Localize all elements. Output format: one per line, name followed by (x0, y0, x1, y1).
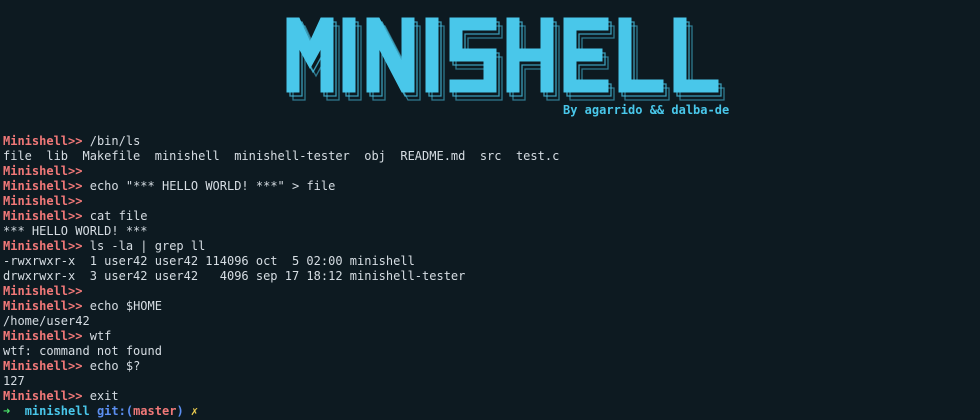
prompt-line: Minishell>> (3, 164, 973, 179)
terminal-output: Minishell>> /bin/ls file lib Makefile min… (3, 134, 973, 404)
shell-prompt: Minishell>> (3, 329, 83, 343)
minishell-ascii-banner (0, 0, 980, 130)
command-text: echo $HOME (89, 299, 162, 313)
terminal-window[interactable]: By agarrido && dalba-de Minishell>> /bin… (0, 0, 980, 420)
shell-prompt: Minishell>> (3, 299, 83, 313)
command-text: echo $? (89, 359, 141, 373)
output-line: /home/user42 (3, 314, 90, 328)
shell-prompt: Minishell>> (3, 164, 83, 178)
output-line: *** HELLO WORLD! *** (3, 224, 148, 238)
command-text: cat file (89, 209, 148, 223)
zsh-prompt-line[interactable]: ➜ minishell git:(master) ✗ (3, 404, 198, 419)
shell-prompt: Minishell>> (3, 239, 83, 253)
output-line: wtf: command not found (3, 344, 162, 358)
output-line: file lib Makefile minishell minishell-te… (3, 149, 560, 163)
shell-prompt: Minishell>> (3, 389, 83, 403)
shell-prompt: Minishell>> (3, 359, 83, 373)
prompt-line: Minishell>> echo "*** HELLO WORLD! ***" … (3, 179, 973, 194)
output-line: drwxrwxr-x 3 user42 user42 4096 sep 17 1… (3, 269, 466, 283)
shell-prompt: Minishell>> (3, 284, 83, 298)
command-text: exit (89, 389, 119, 403)
shell-prompt: Minishell>> (3, 134, 83, 148)
command-text: /bin/ls (89, 134, 141, 148)
banner-byline: By agarrido && dalba-de (563, 103, 730, 117)
shell-prompt: Minishell>> (3, 194, 83, 208)
git-dirty-icon: ✗ (190, 404, 199, 418)
prompt-line: Minishell>> exit (3, 389, 973, 404)
command-text: echo "*** HELLO WORLD! ***" > file (89, 179, 336, 193)
output-line: -rwxrwxr-x 1 user42 user42 114096 oct 5 … (3, 254, 415, 268)
git-branch: master (133, 404, 177, 418)
prompt-line: Minishell>> echo $? (3, 359, 973, 374)
output-line: 127 (3, 374, 25, 388)
command-text: wtf (89, 329, 112, 343)
prompt-line: Minishell>> echo $HOME (3, 299, 973, 314)
prompt-line: Minishell>> /bin/ls (3, 134, 973, 149)
git-prefix: git:( (96, 404, 134, 418)
git-suffix: ) (176, 404, 184, 418)
prompt-line: Minishell>> cat file (3, 209, 973, 224)
shell-prompt: Minishell>> (3, 179, 83, 193)
prompt-line: Minishell>> (3, 194, 973, 209)
prompt-line: Minishell>> (3, 284, 973, 299)
prompt-arrow-icon: ➜ (3, 404, 11, 418)
current-directory: minishell (24, 404, 90, 418)
prompt-line: Minishell>> ls -la | grep ll (3, 239, 973, 254)
banner-logo-art (286, 17, 725, 101)
prompt-line: Minishell>> wtf (3, 329, 973, 344)
command-text: ls -la | grep ll (89, 239, 206, 253)
shell-prompt: Minishell>> (3, 209, 83, 223)
